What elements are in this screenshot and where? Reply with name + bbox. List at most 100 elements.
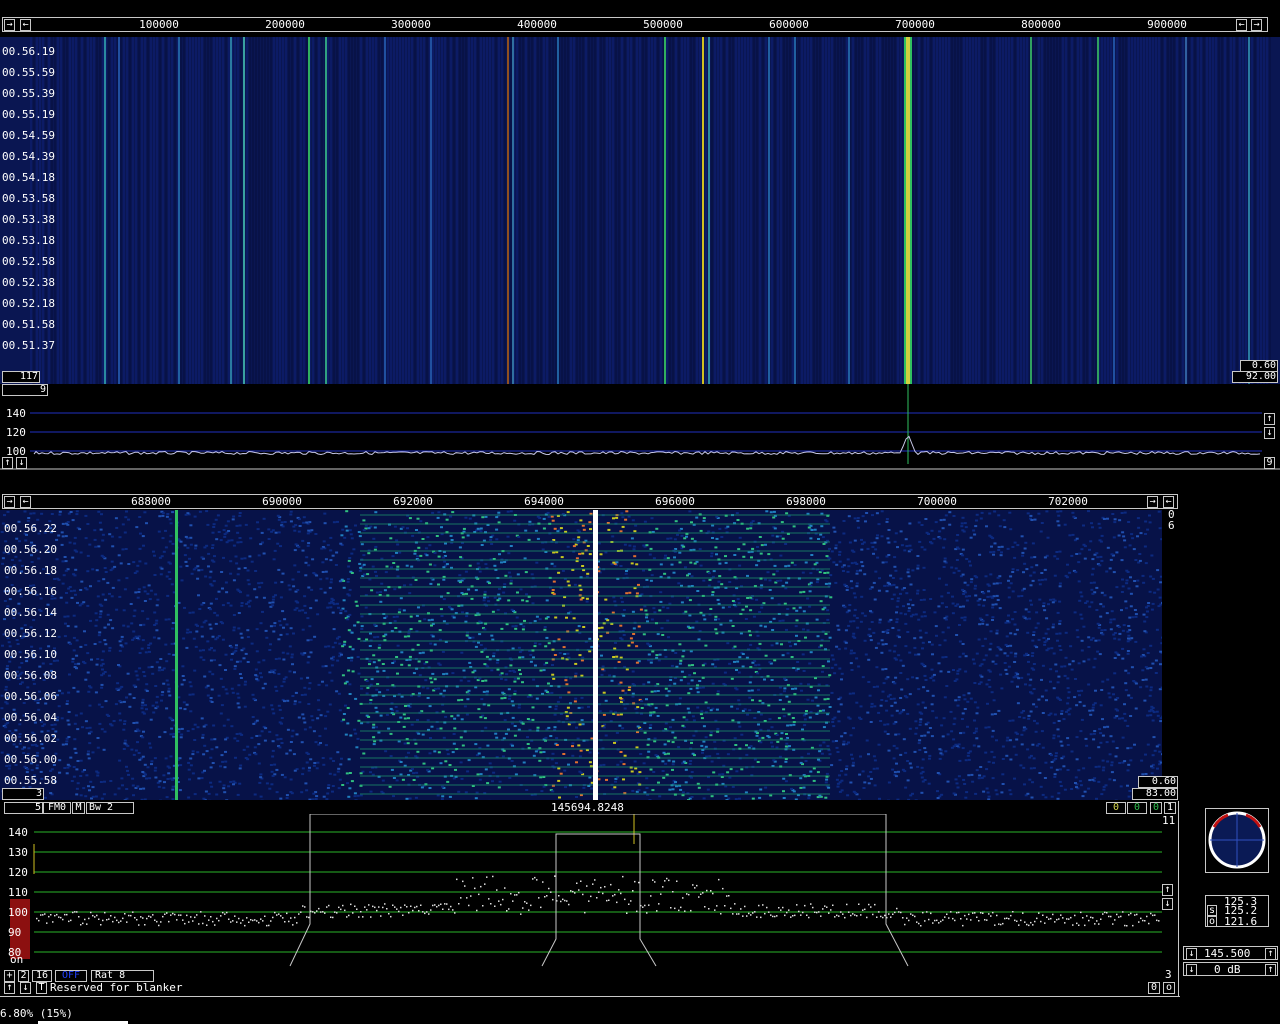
control-box-3[interactable]: 0: [1150, 802, 1162, 814]
top-scale-tick-label: 100000: [139, 18, 179, 31]
blanker-right-a[interactable]: 0: [1148, 982, 1160, 994]
bottom-spectrum-canvas: [10, 814, 1162, 967]
bottom-spectrum-y-label: 130: [8, 846, 28, 859]
tuned-frequency[interactable]: 145694.8248: [551, 801, 624, 814]
top-spectrum-right-down-button[interactable]: ↓: [1264, 427, 1275, 439]
bottom-spectrum-down-button[interactable]: ↓: [1162, 898, 1173, 910]
bottom-waterfall-time-label: 00.56.22: [4, 522, 57, 535]
top-spectrum-down-button[interactable]: ↓: [16, 457, 27, 469]
m-button[interactable]: M: [72, 802, 85, 814]
top-spectrum-right-value[interactable]: 9: [1264, 457, 1275, 469]
gain-down-button[interactable]: ↓: [1186, 964, 1197, 976]
control-box-1[interactable]: 0: [1106, 802, 1126, 814]
top-scale-tick-label: 900000: [1147, 18, 1187, 31]
bottom-spectrum-y-label: 100: [8, 906, 28, 919]
bottom-spectrum[interactable]: 140 130 120 110 100 90 80 on ↑ ↓ 3: [0, 814, 1180, 980]
scale-start-arrow-button[interactable]: →: [4, 19, 15, 31]
top-spectrum-y-140: 140: [6, 407, 26, 420]
bottom-waterfall-right-value-top[interactable]: 0.60: [1138, 776, 1178, 788]
plus-button[interactable]: +: [4, 970, 15, 982]
gain-box[interactable]: ↓ 0 dB ↑: [1183, 962, 1278, 976]
bottom-waterfall[interactable]: 00.56.22 00.56.20 00.56.18 00.56.16 00.56.14…: [0, 510, 1162, 800]
bottom-waterfall-time-label: 00.56.02: [4, 732, 57, 745]
control-bar: 5 FM0 M Bw 2 145694.8248 0 0 0 1 11: [0, 801, 1180, 826]
blanker-down-button[interactable]: ↓: [20, 982, 31, 994]
tuning-frequency: 145.500: [1204, 947, 1251, 960]
top-waterfall[interactable]: 00.56.19 00.55.59 00.55.39 00.55.19 00.54.59…: [0, 37, 1280, 384]
meter-s-button[interactable]: s: [1207, 905, 1217, 916]
gain-up-button[interactable]: ↑: [1265, 964, 1276, 976]
top-scale-tick-label: 600000: [769, 18, 809, 31]
top-scale-tick-label: 300000: [391, 18, 431, 31]
top-waterfall-time-label: 00.54.18: [2, 171, 55, 184]
blanker-right-b[interactable]: o: [1163, 982, 1175, 994]
gain-value: 0 dB: [1214, 963, 1241, 976]
scale-right-end-button[interactable]: ←: [1236, 19, 1247, 31]
bandwidth-button[interactable]: Bw 2: [86, 802, 134, 814]
tuning-frequency-box[interactable]: ↓ 145.500 ↑: [1183, 946, 1278, 960]
top-waterfall-left-value[interactable]: 117: [2, 371, 40, 383]
top-scale-tick-label: 700000: [895, 18, 935, 31]
blanker-up-button[interactable]: ↑: [4, 982, 15, 994]
signal-meter[interactable]: [1205, 808, 1269, 873]
bottom-waterfall-right-value-bottom[interactable]: 83.00: [1132, 788, 1178, 800]
bottom-waterfall-left-value[interactable]: 3: [2, 788, 44, 800]
bottom-scale-tick-label: 702000: [1048, 495, 1088, 508]
bottom-scale-right-button[interactable]: →: [1147, 496, 1158, 508]
mode-button[interactable]: FM0: [43, 802, 71, 814]
top-waterfall-time-label: 00.51.58: [2, 318, 55, 331]
bottom-scale-end-button[interactable]: ←: [1163, 496, 1174, 508]
top-waterfall-time-label: 00.55.39: [2, 87, 55, 100]
top-scale-tick-label: 500000: [643, 18, 683, 31]
scale-left-arrow-button[interactable]: ←: [20, 19, 31, 31]
top-spectrum-y-100: 100: [6, 445, 26, 458]
bottom-spectrum-y-label: 110: [8, 886, 28, 899]
control-box-2[interactable]: 0: [1127, 802, 1147, 814]
top-waterfall-time-label: 00.53.38: [2, 213, 55, 226]
bottom-waterfall-time-label: 00.56.12: [4, 627, 57, 640]
top-scale-tick-label: 200000: [265, 18, 305, 31]
tuning-down-button[interactable]: ↓: [1186, 948, 1197, 960]
top-spectrum[interactable]: 140 120 100 ↑ ↓ ↑ ↓ 9: [0, 384, 1280, 470]
top-waterfall-time-label: 00.56.19: [2, 45, 55, 58]
top-waterfall-time-label: 00.53.58: [2, 192, 55, 205]
bottom-waterfall-time-label: 00.56.18: [4, 564, 57, 577]
status-text: 6.80% (15%): [0, 1007, 73, 1020]
bottom-waterfall-time-label: 00.56.00: [4, 753, 57, 766]
scale-right-arrow-button[interactable]: →: [1251, 19, 1262, 31]
meter-value-o: 121.6: [1224, 915, 1258, 928]
meter-readout: 125.3 s 125.2 o 121.6: [1205, 895, 1269, 928]
top-waterfall-time-label: 00.54.39: [2, 150, 55, 163]
bottom-waterfall-time-label: 00.55.58: [4, 774, 57, 787]
top-spectrum-up-button[interactable]: ↑: [2, 457, 13, 469]
bottom-waterfall-right-top-b: 6: [1168, 519, 1175, 532]
top-waterfall-time-label: 00.52.38: [2, 276, 55, 289]
top-waterfall-canvas: [0, 37, 1280, 384]
top-spectrum-right-up-button[interactable]: ↑: [1264, 413, 1275, 425]
bottom-waterfall-time-label: 00.56.16: [4, 585, 57, 598]
bottom-scale-tick-label: 694000: [524, 495, 564, 508]
bottom-scale-tick-label: 700000: [917, 495, 957, 508]
bottom-waterfall-canvas: [0, 510, 1162, 800]
bottom-spectrum-y-label: 120: [8, 866, 28, 879]
bottom-waterfall-time-label: 00.56.14: [4, 606, 57, 619]
blanker-t-button[interactable]: T: [36, 982, 47, 994]
top-scale-tick-label: 400000: [517, 18, 557, 31]
bottom-scale-start-button[interactable]: →: [4, 496, 15, 508]
control-box-4[interactable]: 1: [1164, 802, 1176, 814]
tuning-up-button[interactable]: ↑: [1265, 948, 1276, 960]
top-waterfall-right-value-bottom[interactable]: 92.00: [1232, 371, 1278, 383]
bottom-scale-tick-label: 698000: [786, 495, 826, 508]
bottom-scale-left-button[interactable]: ←: [20, 496, 31, 508]
two-button[interactable]: 2: [18, 970, 29, 982]
bottom-spectrum-up-button[interactable]: ↑: [1162, 884, 1173, 896]
on-label[interactable]: on: [10, 954, 23, 965]
channel-number[interactable]: 5: [4, 802, 43, 814]
top-waterfall-time-label: 00.54.59: [2, 129, 55, 142]
meter-dial: [1208, 811, 1266, 869]
sixteen-button[interactable]: 16: [32, 970, 52, 982]
meter-o-button[interactable]: o: [1207, 916, 1217, 927]
bottom-waterfall-time-label: 00.56.06: [4, 690, 57, 703]
bottom-scale-tick-label: 688000: [131, 495, 171, 508]
top-scale-tick-label: 800000: [1021, 18, 1061, 31]
